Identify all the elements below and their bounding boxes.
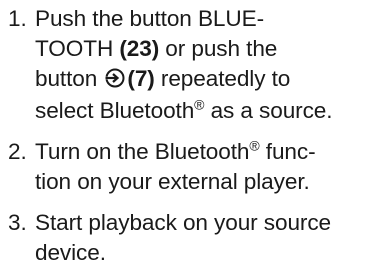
step-3: 3. Start playback on your source device.	[8, 208, 376, 268]
instruction-list: 1. Push the button BLUE- TOOTH (23) or p…	[8, 4, 376, 278]
reference-number: (23)	[119, 35, 160, 61]
reference-number: (7)	[127, 65, 155, 91]
step-text: Start playback on your source device.	[35, 208, 376, 268]
source-input-icon	[104, 67, 126, 97]
step-line: repeatedly to	[154, 65, 291, 91]
step-text: Turn on the Bluetooth® func- tion on you…	[35, 137, 376, 197]
step-text: Push the button BLUE- TOOTH (23) or push…	[35, 4, 376, 126]
step-number: 1.	[8, 6, 27, 31]
step-line: Turn on the Bluetooth	[35, 139, 250, 165]
step-number: 3.	[8, 209, 27, 235]
step-line: button	[35, 65, 104, 91]
step-number: 2.	[8, 139, 27, 165]
step-line: select Bluetooth	[35, 98, 195, 124]
step-1: 1. Push the button BLUE- TOOTH (23) or p…	[8, 4, 376, 126]
step-line: or push the	[159, 35, 278, 61]
step-line: as a source.	[204, 98, 333, 124]
registered-mark: ®	[194, 96, 205, 113]
step-2: 2. Turn on the Bluetooth® func- tion on …	[8, 137, 376, 197]
step-line: TOOTH	[35, 35, 120, 61]
step-line: Push the button BLUE-	[35, 6, 265, 31]
step-line: tion on your external player.	[35, 168, 310, 194]
step-line: func-	[259, 139, 316, 165]
step-line: Start playback on your source	[35, 209, 331, 235]
step-line: device.	[35, 239, 106, 265]
registered-mark: ®	[249, 137, 260, 154]
